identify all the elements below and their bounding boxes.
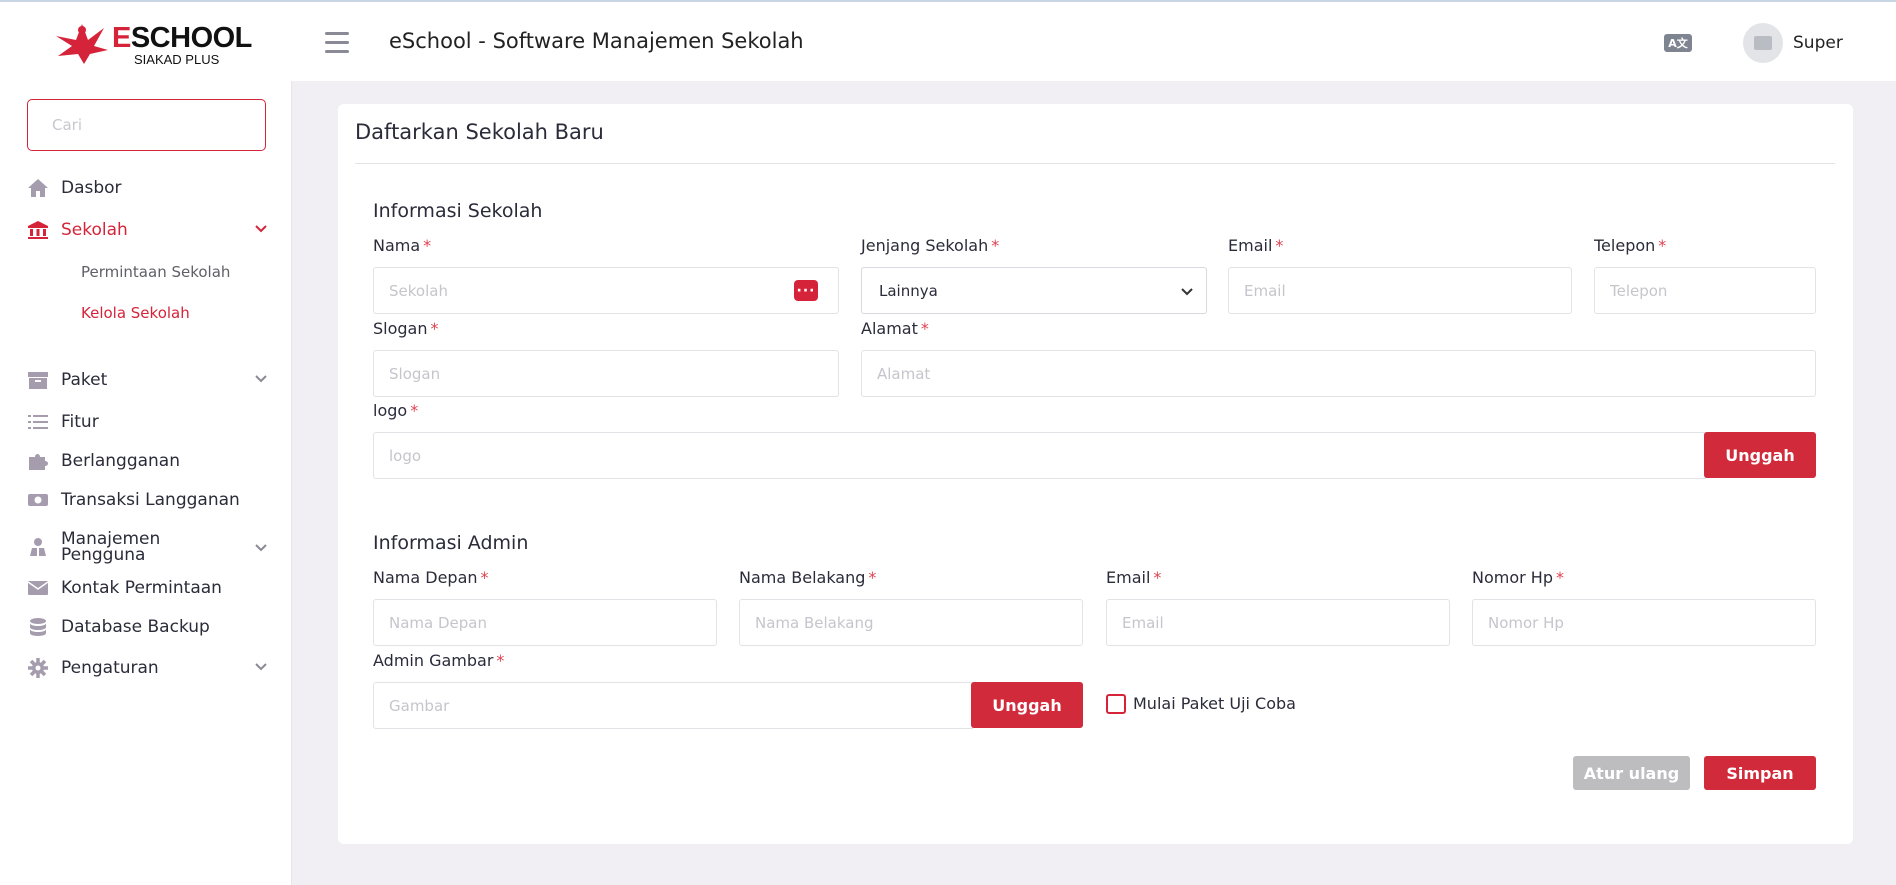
- name-label: Nama *: [373, 236, 432, 255]
- search-input[interactable]: [27, 99, 266, 151]
- archive-icon: [27, 369, 49, 391]
- eschool-logo[interactable]: ESCHOOL SIAKAD PLUS: [54, 20, 252, 70]
- sidebar-item-sekolah[interactable]: Sekolah: [27, 216, 269, 244]
- address-field[interactable]: [861, 350, 1816, 397]
- admin-image-field[interactable]: [373, 682, 973, 729]
- email-label: Email *: [1228, 236, 1284, 255]
- menu-toggle-icon[interactable]: [325, 32, 349, 53]
- list-icon: [27, 411, 49, 433]
- school-level-select[interactable]: Lainnya: [861, 267, 1207, 314]
- sidebar-item-label: Manajemen Pengguna: [61, 529, 161, 565]
- admin-image-upload-button[interactable]: Unggah: [971, 682, 1083, 728]
- user-name[interactable]: Super: [1793, 33, 1843, 53]
- sidebar-item-paket[interactable]: Paket: [27, 366, 269, 394]
- sidebar-item-kontak-permintaan[interactable]: Kontak Permintaan: [27, 574, 269, 602]
- first-name-field[interactable]: [373, 599, 717, 646]
- users-icon: [27, 536, 49, 558]
- bank-icon: [27, 219, 49, 241]
- sidebar-subitem-kelola-sekolah[interactable]: Kelola Sekolah: [81, 304, 190, 322]
- sidebar-item-pengaturan[interactable]: Pengaturan: [27, 654, 269, 682]
- sidebar-item-manajemen-pengguna[interactable]: Manajemen Pengguna: [27, 529, 269, 565]
- sidebar-item-label: Berlangganan: [61, 451, 180, 471]
- database-icon: [27, 616, 49, 638]
- sidebar-item-label: Paket: [61, 370, 108, 390]
- admin-image-label: Admin Gambar *: [373, 651, 505, 670]
- phone-field[interactable]: [1594, 267, 1816, 314]
- envelope-icon: [27, 577, 49, 599]
- sidebar-subitem-permintaan-sekolah[interactable]: Permintaan Sekolah: [81, 263, 230, 281]
- sidebar-item-label: Pengaturan: [61, 658, 159, 678]
- school-level-value: Lainnya: [879, 281, 938, 300]
- logo-text: ESCHOOL: [112, 22, 252, 54]
- chevron-down-icon: [253, 220, 269, 240]
- admin-info-heading: Informasi Admin: [373, 532, 529, 554]
- sidebar-item-label: Fitur: [61, 412, 99, 432]
- school-name-field[interactable]: [373, 267, 839, 314]
- sidebar: Dasbor Sekolah Permintaan Sekolah Kelola…: [0, 81, 292, 885]
- last-name-label: Nama Belakang *: [739, 568, 877, 587]
- save-button[interactable]: Simpan: [1704, 756, 1816, 790]
- money-icon: [27, 489, 49, 511]
- phone-label: Telepon *: [1594, 236, 1667, 255]
- trial-package-checkbox[interactable]: [1106, 694, 1126, 714]
- chevron-down-icon: [253, 658, 269, 678]
- sidebar-item-label: Sekolah: [61, 220, 128, 240]
- logo-label: logo *: [373, 401, 419, 420]
- top-bar: ESCHOOL SIAKAD PLUS eSchool - Software M…: [0, 0, 1896, 81]
- trial-package-label[interactable]: Mulai Paket Uji Coba: [1133, 694, 1296, 713]
- sidebar-item-database-backup[interactable]: Database Backup: [27, 613, 269, 641]
- sidebar-item-fitur[interactable]: Fitur: [27, 408, 269, 436]
- mobile-field[interactable]: [1472, 599, 1816, 646]
- divider: [355, 163, 1835, 164]
- sidebar-item-label: Transaksi Langganan: [61, 490, 240, 510]
- last-name-field[interactable]: [739, 599, 1083, 646]
- chevron-down-icon: [253, 539, 269, 559]
- chevron-down-icon: [253, 370, 269, 390]
- slogan-label: Slogan *: [373, 319, 439, 338]
- avatar[interactable]: [1743, 23, 1783, 63]
- logo-file-field[interactable]: [373, 432, 1706, 479]
- sidebar-item-dasbor[interactable]: Dasbor: [27, 174, 269, 202]
- first-name-label: Nama Depan *: [373, 568, 489, 587]
- register-school-card: Daftarkan Sekolah Baru Informasi Sekolah…: [338, 104, 1853, 844]
- home-icon: [27, 177, 49, 199]
- autofill-icon[interactable]: ···: [794, 280, 818, 301]
- puzzle-icon: [27, 450, 49, 472]
- sidebar-item-berlangganan[interactable]: Berlangganan: [27, 447, 269, 475]
- sidebar-item-label: Dasbor: [61, 178, 122, 198]
- email-field[interactable]: [1228, 267, 1572, 314]
- school-info-heading: Informasi Sekolah: [373, 200, 543, 222]
- language-icon[interactable]: A文: [1664, 34, 1692, 52]
- logo-mark-icon: [56, 24, 108, 64]
- logo-upload-button[interactable]: Unggah: [1704, 432, 1816, 478]
- gear-icon: [27, 657, 49, 679]
- mobile-label: Nomor Hp *: [1472, 568, 1564, 587]
- sidebar-item-label: Kontak Permintaan: [61, 578, 222, 598]
- admin-email-field[interactable]: [1106, 599, 1450, 646]
- logo-subtitle: SIAKAD PLUS: [134, 52, 220, 67]
- slogan-field[interactable]: [373, 350, 839, 397]
- avatar-image-icon: [1754, 36, 1772, 50]
- page-title: Daftarkan Sekolah Baru: [355, 120, 604, 144]
- sidebar-item-label: Database Backup: [61, 617, 210, 637]
- app-title: eSchool - Software Manajemen Sekolah: [389, 29, 804, 53]
- school-level-label: Jenjang Sekolah *: [861, 236, 1000, 255]
- reset-button[interactable]: Atur ulang: [1573, 756, 1690, 790]
- admin-email-label: Email *: [1106, 568, 1162, 587]
- chevron-down-icon: [1180, 284, 1194, 302]
- address-label: Alamat *: [861, 319, 929, 338]
- sidebar-item-transaksi-langganan[interactable]: Transaksi Langganan: [27, 486, 269, 514]
